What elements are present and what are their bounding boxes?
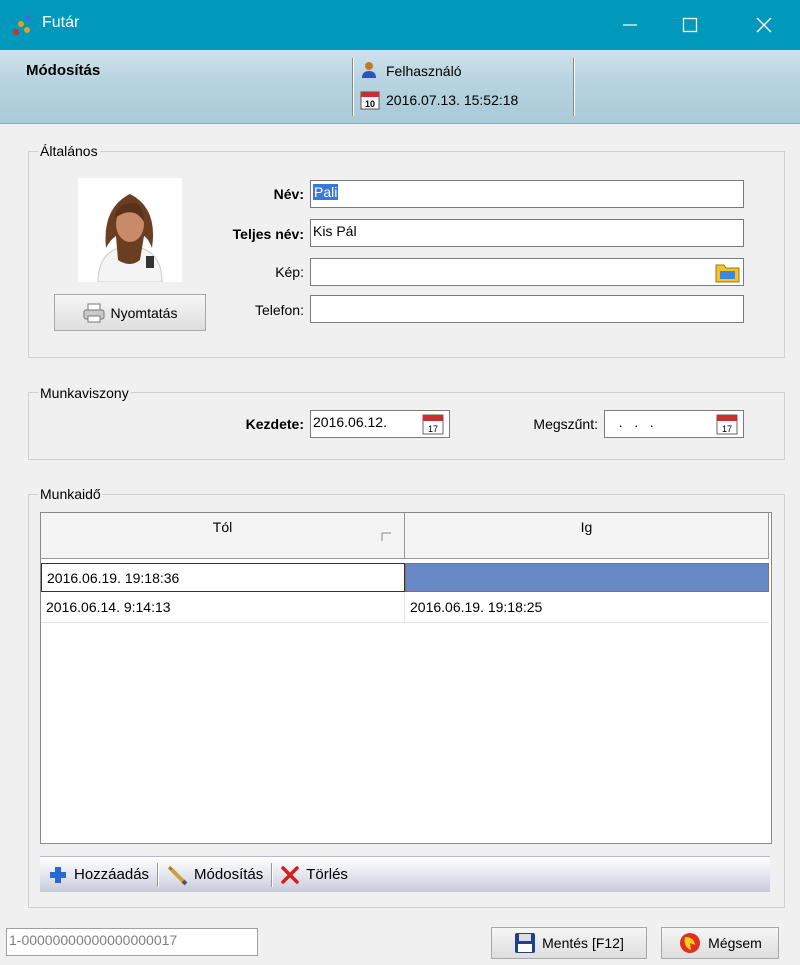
column-header-from[interactable]: Tól — [41, 513, 405, 559]
add-button[interactable]: Hozzáadás — [48, 865, 149, 885]
fullname-label: Teljes név: — [232, 226, 304, 242]
column-header-to[interactable]: Ig — [405, 513, 769, 559]
user-icon — [362, 62, 376, 78]
table-cell-from[interactable]: 2016.06.14. 9:14:13 — [41, 593, 405, 623]
window-title: Futár — [42, 14, 80, 31]
general-group-title: Általános — [38, 143, 100, 159]
start-date-value: 2016.06.12. — [313, 414, 387, 430]
image-field[interactable] — [310, 258, 744, 286]
save-button[interactable]: Mentés [F12] — [491, 927, 647, 959]
print-button-label: Nyomtatás — [110, 304, 178, 321]
delete-button[interactable]: Törlés — [280, 865, 348, 885]
cell-value: 2016.06.19. 19:18:25 — [410, 599, 543, 615]
phone-label: Telefon: — [254, 302, 304, 318]
print-button[interactable]: Nyomtatás — [54, 294, 206, 331]
grid-toolbar: Hozzáadás Módosítás Törlés — [40, 856, 770, 892]
toolbar-separator — [157, 862, 159, 887]
employment-group-title: Munkaviszony — [38, 385, 131, 401]
cancel-button-label: Mégsem — [708, 935, 762, 951]
app-icon — [13, 15, 31, 35]
plus-icon — [50, 866, 66, 883]
delete-x-icon — [281, 865, 299, 884]
worktime-grid[interactable]: Tól Ig 2016.06.19. 19:18:36 2016.06.14. … — [40, 512, 772, 844]
phone-field[interactable] — [310, 295, 744, 323]
header-band — [0, 50, 800, 124]
maximize-button[interactable] — [656, 0, 723, 50]
end-date-value: . . . — [607, 414, 654, 430]
minimize-button[interactable] — [596, 0, 663, 50]
calendar-day: 17 — [428, 424, 438, 434]
calendar-day: 10 — [365, 99, 375, 109]
fullname-value: Kis Pál — [313, 223, 357, 239]
maximize-icon — [682, 17, 697, 33]
current-datetime: 2016.07.13. 15:52:18 — [386, 92, 519, 108]
avatar — [78, 178, 182, 283]
name-value: Pali — [313, 184, 339, 200]
close-button[interactable] — [730, 0, 797, 50]
edit-button-label: Módosítás — [194, 866, 264, 883]
add-button-label: Hozzáadás — [74, 866, 150, 883]
cell-value: 2016.06.19. 19:18:36 — [47, 570, 180, 586]
calendar-icon: 10 — [360, 91, 380, 110]
header-divider — [573, 58, 574, 116]
record-id: 1-00000000000000000017 — [9, 932, 178, 948]
save-button-label: Mentés [F12] — [542, 935, 624, 951]
close-icon — [756, 17, 771, 33]
page-title: Módosítás — [26, 62, 101, 79]
printer-icon — [83, 303, 105, 322]
calendar-icon[interactable]: 17 — [422, 413, 444, 435]
edit-button[interactable]: Módosítás — [166, 864, 263, 886]
column-header-label: Ig — [580, 519, 593, 535]
pencil-icon — [167, 865, 188, 885]
cancel-button[interactable]: Mégsem — [661, 927, 779, 959]
cancel-icon — [680, 933, 701, 953]
end-date-label: Megszűnt: — [533, 416, 598, 432]
person-icon — [97, 194, 163, 283]
table-cell-to[interactable]: 2016.06.19. 19:18:25 — [405, 593, 769, 623]
table-cell-to[interactable] — [405, 563, 769, 592]
start-date-label: Kezdete: — [245, 416, 304, 432]
image-label: Kép: — [275, 264, 304, 280]
record-id-field: 1-00000000000000000017 — [6, 928, 258, 956]
fullname-field[interactable]: Kis Pál — [310, 219, 744, 247]
column-header-label: Tól — [212, 519, 233, 535]
current-user: Felhasználó — [386, 63, 462, 79]
toolbar-separator — [271, 862, 273, 887]
calendar-day: 17 — [722, 424, 732, 434]
cell-value: 2016.06.14. 9:14:13 — [46, 599, 171, 615]
name-field[interactable]: Pali — [310, 180, 744, 208]
delete-button-label: Törlés — [306, 866, 348, 883]
sort-icon — [381, 532, 391, 541]
worktime-group-title: Munkaidő — [38, 486, 103, 502]
minimize-icon — [622, 24, 637, 26]
table-cell-from[interactable]: 2016.06.19. 19:18:36 — [41, 563, 405, 592]
floppy-disk-icon — [515, 933, 536, 953]
calendar-icon[interactable]: 17 — [716, 413, 738, 435]
header-divider — [352, 58, 353, 116]
folder-icon[interactable] — [715, 260, 741, 284]
name-label: Név: — [273, 186, 304, 202]
